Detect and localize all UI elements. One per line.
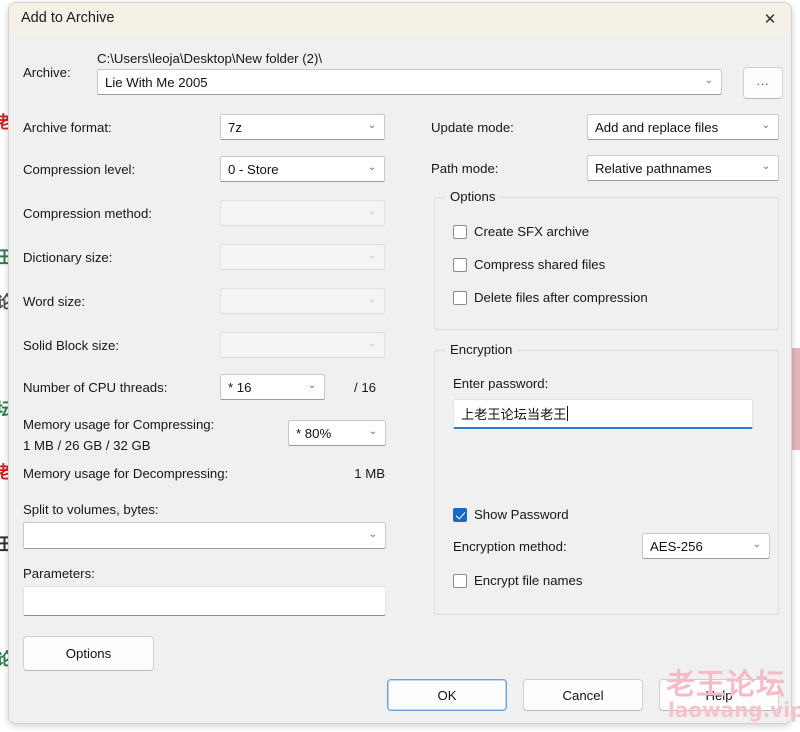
options-group-title: Options — [445, 189, 500, 204]
browse-button[interactable]: ... — [743, 67, 783, 99]
archive-name-value: Lie With Me 2005 — [98, 75, 697, 90]
add-to-archive-dialog: Add to Archive ✕ Archive: C:\Users\leoja… — [8, 2, 792, 724]
chevron-down-icon: ⌄ — [360, 207, 384, 217]
checkbox-label: Delete files after compression — [474, 290, 648, 305]
options-button[interactable]: Options — [23, 636, 154, 671]
split-volumes-combo[interactable]: ⌄ — [23, 522, 386, 549]
dialog-client-area: Archive: C:\Users\leoja\Desktop\New fold… — [9, 35, 792, 724]
checkbox-icon — [453, 508, 467, 522]
update-mode-label: Update mode: — [431, 120, 514, 135]
checkbox-delete-files-after-compression[interactable]: Delete files after compression — [453, 290, 648, 305]
cpu-threads-label: Number of CPU threads: — [23, 380, 167, 395]
screenshot-root: 老 王 论 坛 老 王 论 Add to Archive ✕ Archive: … — [0, 0, 800, 732]
path-mode-value: Relative pathnames — [588, 161, 754, 176]
word-size-combo: ⌄ — [220, 288, 385, 314]
word-size-label: Word size: — [23, 294, 85, 309]
cancel-button[interactable]: Cancel — [523, 679, 643, 711]
checkbox-label: Create SFX archive — [474, 224, 589, 239]
checkbox-icon — [453, 291, 467, 305]
checkbox-label: Show Password — [474, 507, 569, 522]
memory-decompressing-value: 1 MB — [289, 466, 385, 481]
memory-compressing-detail: 1 MB / 26 GB / 32 GB — [23, 438, 151, 453]
path-mode-label: Path mode: — [431, 161, 498, 176]
close-icon[interactable]: ✕ — [747, 3, 792, 34]
archive-label: Archive: — [23, 65, 71, 80]
checkbox-icon — [453, 574, 467, 588]
titlebar: Add to Archive ✕ — [9, 3, 792, 35]
help-button[interactable]: Help — [659, 679, 779, 711]
memory-compressing-label: Memory usage for Compressing: — [23, 417, 214, 432]
chevron-down-icon: ⌄ — [360, 295, 384, 305]
password-input[interactable]: 上老王论坛当老王 — [453, 399, 753, 429]
checkbox-compress-shared-files[interactable]: Compress shared files — [453, 257, 605, 272]
checkbox-create-sfx-archive[interactable]: Create SFX archive — [453, 224, 589, 239]
memory-usage-combo[interactable]: * 80% ⌄ — [288, 420, 386, 446]
split-volumes-label: Split to volumes, bytes: — [23, 502, 159, 517]
archive-format-combo[interactable]: 7z ⌄ — [220, 114, 385, 140]
password-value: 上老王论坛当老王 — [461, 404, 567, 423]
archive-path-text: C:\Users\leoja\Desktop\New folder (2)\ — [97, 51, 322, 66]
checkbox-encrypt-file-names[interactable]: Encrypt file names — [453, 573, 582, 588]
chevron-down-icon: ⌄ — [360, 121, 384, 131]
solid-block-size-combo: ⌄ — [220, 332, 385, 358]
ok-button[interactable]: OK — [387, 679, 507, 711]
compression-method-combo: ⌄ — [220, 200, 385, 226]
parameters-label: Parameters: — [23, 566, 95, 581]
memory-usage-value: * 80% — [289, 426, 361, 441]
compression-method-label: Compression method: — [23, 206, 152, 221]
compression-level-combo[interactable]: 0 - Store ⌄ — [220, 156, 385, 182]
chevron-down-icon: ⌄ — [745, 540, 769, 550]
checkbox-label: Encrypt file names — [474, 573, 582, 588]
parameters-input[interactable] — [23, 586, 386, 616]
solid-block-size-label: Solid Block size: — [23, 338, 119, 353]
encryption-group-title: Encryption — [445, 342, 517, 357]
cpu-threads-value: * 16 — [221, 380, 300, 395]
chevron-down-icon: ⌄ — [300, 381, 324, 391]
dictionary-size-combo: ⌄ — [220, 244, 385, 270]
chevron-down-icon: ⌄ — [360, 163, 384, 173]
encryption-method-value: AES-256 — [643, 539, 745, 554]
chevron-down-icon: ⌄ — [361, 427, 385, 437]
encryption-method-label: Encryption method: — [453, 539, 567, 554]
chevron-down-icon: ⌄ — [361, 530, 385, 540]
update-mode-value: Add and replace files — [588, 120, 754, 135]
path-mode-combo[interactable]: Relative pathnames ⌄ — [587, 155, 779, 181]
chevron-down-icon: ⌄ — [754, 162, 778, 172]
update-mode-combo[interactable]: Add and replace files ⌄ — [587, 114, 779, 140]
chevron-down-icon: ⌄ — [360, 339, 384, 349]
chevron-down-icon: ⌄ — [754, 121, 778, 131]
enter-password-label: Enter password: — [453, 376, 548, 391]
chevron-down-icon: ⌄ — [697, 76, 721, 86]
dictionary-size-label: Dictionary size: — [23, 250, 112, 265]
cpu-threads-combo[interactable]: * 16 ⌄ — [220, 374, 325, 400]
checkbox-show-password[interactable]: Show Password — [453, 507, 569, 522]
window-title: Add to Archive — [21, 10, 115, 26]
options-groupbox: Options Create SFX archive Compress shar… — [434, 197, 779, 330]
compression-level-label: Compression level: — [23, 162, 135, 177]
memory-decompressing-label: Memory usage for Decompressing: — [23, 466, 228, 481]
checkbox-label: Compress shared files — [474, 257, 605, 272]
checkbox-icon — [453, 258, 467, 272]
compression-level-value: 0 - Store — [221, 162, 360, 177]
archive-format-value: 7z — [221, 120, 360, 135]
checkbox-icon — [453, 225, 467, 239]
archive-name-combo[interactable]: Lie With Me 2005 ⌄ — [97, 69, 722, 95]
cpu-threads-total: / 16 — [354, 380, 376, 395]
encryption-groupbox: Encryption Enter password: 上老王论坛当老王 Show… — [434, 350, 779, 615]
text-caret — [567, 406, 568, 421]
encryption-method-combo[interactable]: AES-256 ⌄ — [642, 533, 770, 559]
archive-format-label: Archive format: — [23, 120, 112, 135]
chevron-down-icon: ⌄ — [360, 251, 384, 261]
